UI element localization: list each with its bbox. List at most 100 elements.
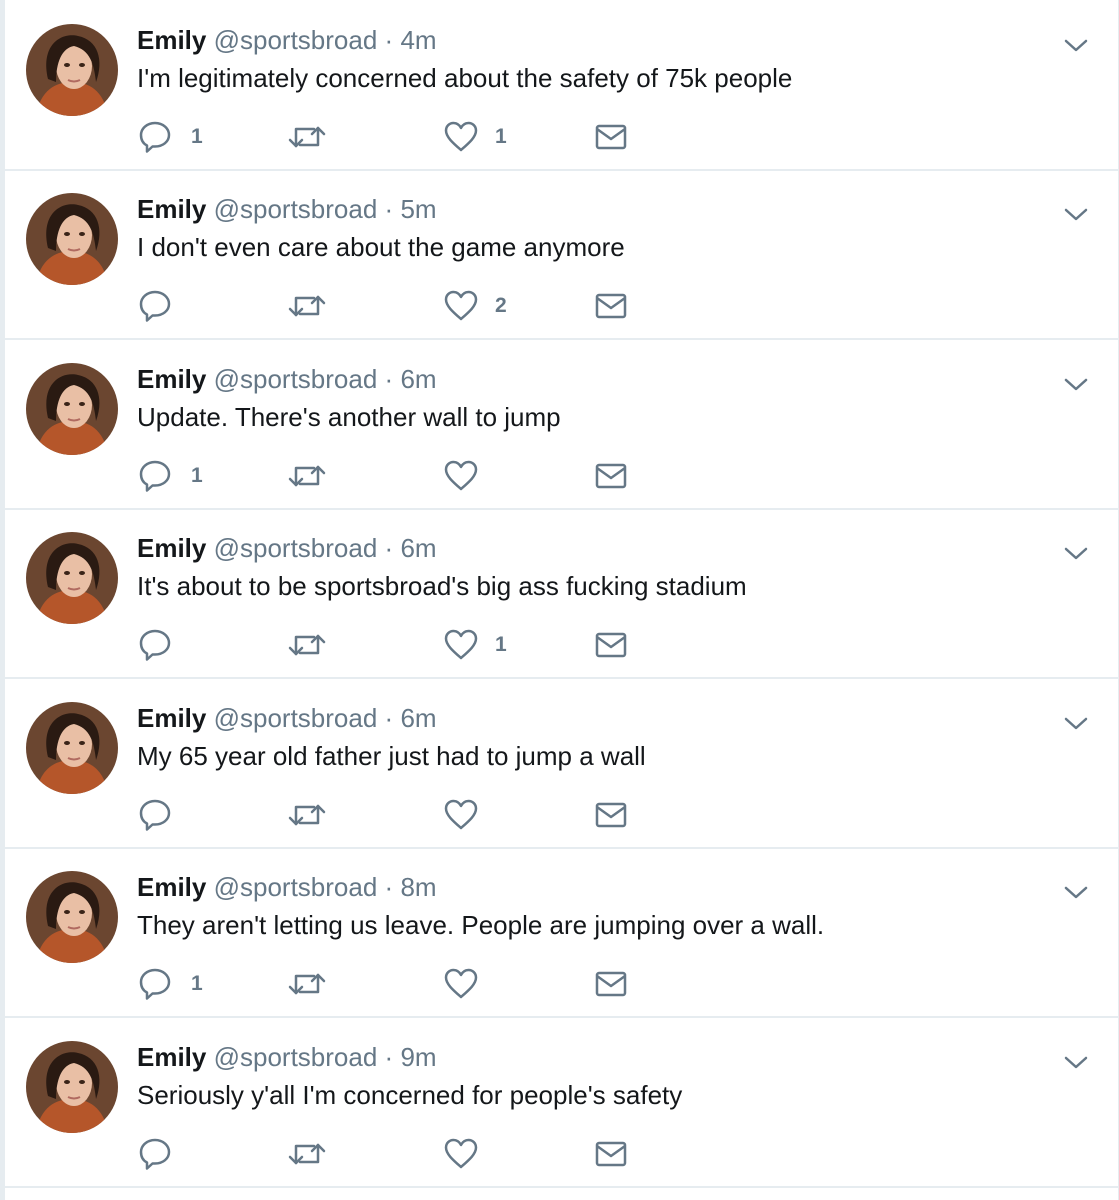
tweet-header: Emily @sportsbroad · 4m [137, 22, 437, 58]
timestamp[interactable]: 4m [400, 25, 436, 55]
envelope-icon [595, 293, 627, 319]
author-handle[interactable]: @sportsbroad [214, 533, 378, 563]
timestamp[interactable]: 5m [400, 194, 436, 224]
avatar[interactable] [26, 1041, 118, 1133]
reply-icon [139, 799, 171, 831]
like-button[interactable]: 1 [443, 120, 523, 154]
reply-count: 1 [191, 125, 203, 148]
reply-button[interactable]: 1 [137, 967, 217, 1001]
direct-message-button[interactable] [593, 459, 633, 493]
retweet-icon [288, 1143, 326, 1165]
tweet-header: Emily @sportsbroad · 6m [137, 700, 437, 736]
heart-icon [444, 121, 478, 152]
reply-button[interactable]: 1 [137, 459, 217, 493]
author-name[interactable]: Emily [137, 1042, 206, 1072]
like-button[interactable] [443, 967, 523, 1001]
tweet-text: It's about to be sportsbroad's big ass f… [137, 571, 747, 601]
separator: · [384, 1042, 394, 1072]
timestamp[interactable]: 6m [400, 703, 436, 733]
tweet[interactable]: Emily @sportsbroad · 4m I'm legitimately… [5, 3, 1118, 171]
author-handle[interactable]: @sportsbroad [214, 1042, 378, 1072]
reply-button[interactable] [137, 289, 217, 323]
avatar-photo [26, 1041, 118, 1133]
like-button[interactable]: 2 [443, 289, 523, 323]
tweet[interactable]: Emily @sportsbroad · 8m They aren't lett… [5, 850, 1118, 1018]
avatar[interactable] [26, 871, 118, 963]
avatar[interactable] [26, 532, 118, 624]
tweet-menu-button[interactable] [1058, 535, 1094, 571]
tweet-menu-button[interactable] [1058, 196, 1094, 232]
retweet-button[interactable] [287, 967, 337, 1001]
author-name[interactable]: Emily [137, 364, 206, 394]
retweet-icon [288, 634, 326, 656]
tweet[interactable]: Emily @sportsbroad · 9m Seriously y'all … [5, 1020, 1118, 1188]
author-name[interactable]: Emily [137, 194, 206, 224]
avatar[interactable] [26, 702, 118, 794]
reply-count: 1 [191, 972, 203, 995]
direct-message-button[interactable] [593, 967, 633, 1001]
heart-icon [444, 968, 478, 999]
retweet-button[interactable] [287, 628, 337, 662]
separator: · [384, 194, 394, 224]
heart-icon [444, 290, 478, 321]
retweet-button[interactable] [287, 459, 337, 493]
reply-count: 1 [191, 464, 203, 487]
direct-message-button[interactable] [593, 1137, 633, 1171]
tweet[interactable]: Emily @sportsbroad · 6m It's about to be… [5, 511, 1118, 679]
avatar-photo [26, 193, 118, 285]
like-button[interactable] [443, 1137, 523, 1171]
like-button[interactable]: 1 [443, 628, 523, 662]
avatar[interactable] [26, 193, 118, 285]
timestamp[interactable]: 6m [400, 533, 436, 563]
chevron-down-icon [1064, 547, 1088, 560]
tweet-menu-button[interactable] [1058, 27, 1094, 63]
tweet-menu-button[interactable] [1058, 874, 1094, 910]
reply-button[interactable] [137, 628, 217, 662]
like-button[interactable] [443, 798, 523, 832]
separator: · [384, 25, 394, 55]
envelope-icon [595, 1141, 627, 1167]
direct-message-button[interactable] [593, 798, 633, 832]
reply-button[interactable] [137, 1137, 217, 1171]
author-handle[interactable]: @sportsbroad [214, 194, 378, 224]
timestamp[interactable]: 9m [400, 1042, 436, 1072]
reply-icon [139, 290, 171, 322]
direct-message-button[interactable] [593, 628, 633, 662]
tweet[interactable]: Emily @sportsbroad · 5m I don't even car… [5, 172, 1118, 340]
reply-button[interactable]: 1 [137, 120, 217, 154]
author-handle[interactable]: @sportsbroad [214, 364, 378, 394]
tweet-header: Emily @sportsbroad · 6m [137, 361, 437, 397]
avatar[interactable] [26, 24, 118, 116]
tweet-text: I'm legitimately concerned about the saf… [137, 63, 793, 93]
retweet-button[interactable] [287, 1137, 337, 1171]
author-name[interactable]: Emily [137, 533, 206, 563]
avatar[interactable] [26, 363, 118, 455]
reply-button[interactable] [137, 798, 217, 832]
tweet-menu-button[interactable] [1058, 705, 1094, 741]
tweet-menu-button[interactable] [1058, 1044, 1094, 1080]
separator: · [384, 872, 394, 902]
retweet-icon [288, 295, 326, 317]
tweet-menu-button[interactable] [1058, 366, 1094, 402]
author-handle[interactable]: @sportsbroad [214, 703, 378, 733]
like-button[interactable] [443, 459, 523, 493]
timestamp[interactable]: 8m [400, 872, 436, 902]
direct-message-button[interactable] [593, 289, 633, 323]
author-handle[interactable]: @sportsbroad [214, 25, 378, 55]
like-count: 1 [495, 633, 507, 656]
timestamp[interactable]: 6m [400, 364, 436, 394]
retweet-button[interactable] [287, 120, 337, 154]
author-name[interactable]: Emily [137, 25, 206, 55]
author-handle[interactable]: @sportsbroad [214, 872, 378, 902]
tweet-header: Emily @sportsbroad · 9m [137, 1039, 437, 1075]
direct-message-button[interactable] [593, 120, 633, 154]
heart-icon [444, 460, 478, 491]
author-name[interactable]: Emily [137, 872, 206, 902]
reply-icon [139, 968, 171, 1000]
tweet-header: Emily @sportsbroad · 8m [137, 869, 437, 905]
tweet[interactable]: Emily @sportsbroad · 6m Update. There's … [5, 342, 1118, 510]
tweet[interactable]: Emily @sportsbroad · 6m My 65 year old f… [5, 681, 1118, 849]
author-name[interactable]: Emily [137, 703, 206, 733]
retweet-button[interactable] [287, 798, 337, 832]
retweet-button[interactable] [287, 289, 337, 323]
